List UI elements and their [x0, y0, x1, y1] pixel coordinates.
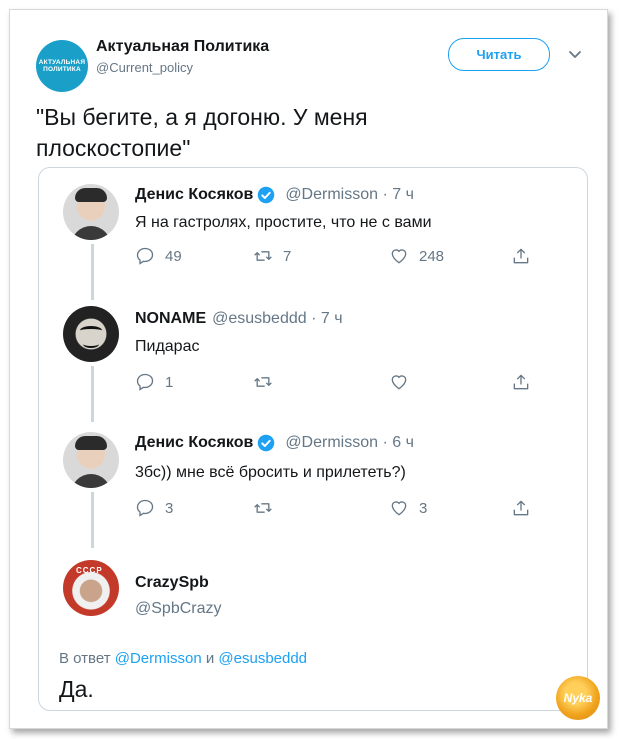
chevron-down-icon[interactable] — [568, 48, 582, 62]
tweet-body: 3бс)) мне всё бросить и прилететь?) — [135, 464, 406, 481]
avatar[interactable] — [63, 560, 119, 616]
tweet-header: Денис Косяков @Dermisson · 7 ч — [135, 186, 414, 204]
user-handle[interactable]: @SpbCrazy — [135, 600, 222, 618]
reply-button[interactable]: 1 — [135, 372, 173, 392]
account-name[interactable]: Актуальная Политика — [96, 38, 269, 56]
tweet-body: Я на гастролях, простите, что не с вами — [135, 214, 432, 231]
retweet-button[interactable]: 7 — [253, 246, 291, 266]
mention-link[interactable]: @esusbeddd — [218, 650, 307, 667]
share-button[interactable] — [511, 372, 531, 392]
tweet-actions: 3 3 — [135, 498, 535, 520]
share-icon — [513, 374, 529, 390]
user-name[interactable]: Денис Косяков — [135, 434, 253, 452]
retweet-button[interactable] — [253, 372, 273, 392]
thread-connector — [91, 492, 94, 548]
avatar[interactable] — [63, 432, 119, 488]
share-icon — [513, 500, 529, 516]
reply-icon — [136, 499, 154, 517]
thread-connector — [91, 244, 94, 300]
tweet-text-line2: плоскостопие" — [36, 135, 191, 161]
retweet-count: 7 — [283, 247, 292, 265]
account-handle[interactable]: @Current_policy — [96, 60, 193, 75]
mention-link[interactable]: @Dermisson — [115, 650, 202, 667]
avatar-text-line1: АКТУАЛЬНАЯ — [38, 58, 86, 66]
like-button[interactable]: 248 — [389, 246, 444, 266]
heart-icon — [391, 249, 407, 264]
avatar-text-line2: ПОЛИТИКА — [43, 66, 81, 73]
retweet-icon — [254, 503, 272, 513]
reply-text: Да. — [59, 676, 94, 702]
reply-count: 1 — [165, 373, 174, 391]
user-name[interactable]: NONAME — [135, 310, 206, 328]
verified-badge-icon — [258, 434, 275, 452]
heart-icon — [391, 501, 407, 516]
tweet-text: "Вы бегите, а я догоню. У меня плоскосто… — [36, 102, 556, 164]
tweet-body: Пидарас — [135, 338, 200, 355]
user-name[interactable]: CrazySpb — [135, 574, 209, 592]
like-button[interactable]: 3 — [389, 498, 427, 518]
tweet-actions: 49 7 248 — [135, 246, 535, 268]
tweet-header: Денис Косяков @Dermisson · 6 ч — [135, 434, 414, 452]
like-count: 248 — [419, 247, 445, 265]
follow-button[interactable]: Читать — [448, 38, 550, 71]
like-count: 3 — [419, 499, 428, 517]
avatar[interactable] — [63, 184, 119, 240]
reply-context: В ответ @Dermisson и @esusbeddd — [59, 650, 307, 667]
tweet-frame: АКТУАЛЬНАЯ ПОЛИТИКА Актуальная Политика … — [9, 9, 608, 729]
reply-button[interactable]: 49 — [135, 246, 182, 266]
avatar[interactable] — [63, 306, 119, 362]
share-button[interactable] — [511, 246, 531, 266]
retweet-button[interactable] — [253, 498, 273, 518]
heart-icon — [391, 375, 407, 390]
reply-prefix: В ответ — [59, 650, 111, 667]
watermark-text: Nyka — [563, 691, 593, 705]
handle-time[interactable]: @Dermisson · 7 ч — [285, 186, 414, 204]
share-icon — [513, 248, 529, 264]
tweet-actions: 1 — [135, 372, 535, 394]
reply-icon — [136, 373, 154, 391]
handle-time[interactable]: @Dermisson · 6 ч — [285, 434, 414, 452]
tweet-text-line1: "Вы бегите, а я догоню. У меня — [36, 104, 368, 130]
account-avatar[interactable]: АКТУАЛЬНАЯ ПОЛИТИКА — [36, 40, 88, 92]
retweet-icon — [254, 251, 272, 261]
verified-badge-icon — [258, 186, 275, 204]
reply-count: 3 — [165, 499, 174, 517]
tweet-header: NONAME @esusbeddd · 7 ч — [135, 310, 343, 328]
reply-button[interactable]: 3 — [135, 498, 173, 518]
reply-conjunction: и — [205, 650, 215, 667]
handle-time[interactable]: @esusbeddd · 7 ч — [212, 310, 342, 328]
like-button[interactable] — [389, 372, 409, 392]
watermark-logo: Nyka — [556, 676, 600, 720]
user-name[interactable]: Денис Косяков — [135, 186, 253, 204]
thread-connector — [91, 366, 94, 422]
reply-count: 49 — [165, 247, 182, 265]
retweet-icon — [254, 377, 272, 387]
quoted-thread-card[interactable]: Денис Косяков @Dermisson · 7 ч Я на гаст… — [38, 167, 588, 711]
reply-icon — [136, 247, 154, 265]
share-button[interactable] — [511, 498, 531, 518]
